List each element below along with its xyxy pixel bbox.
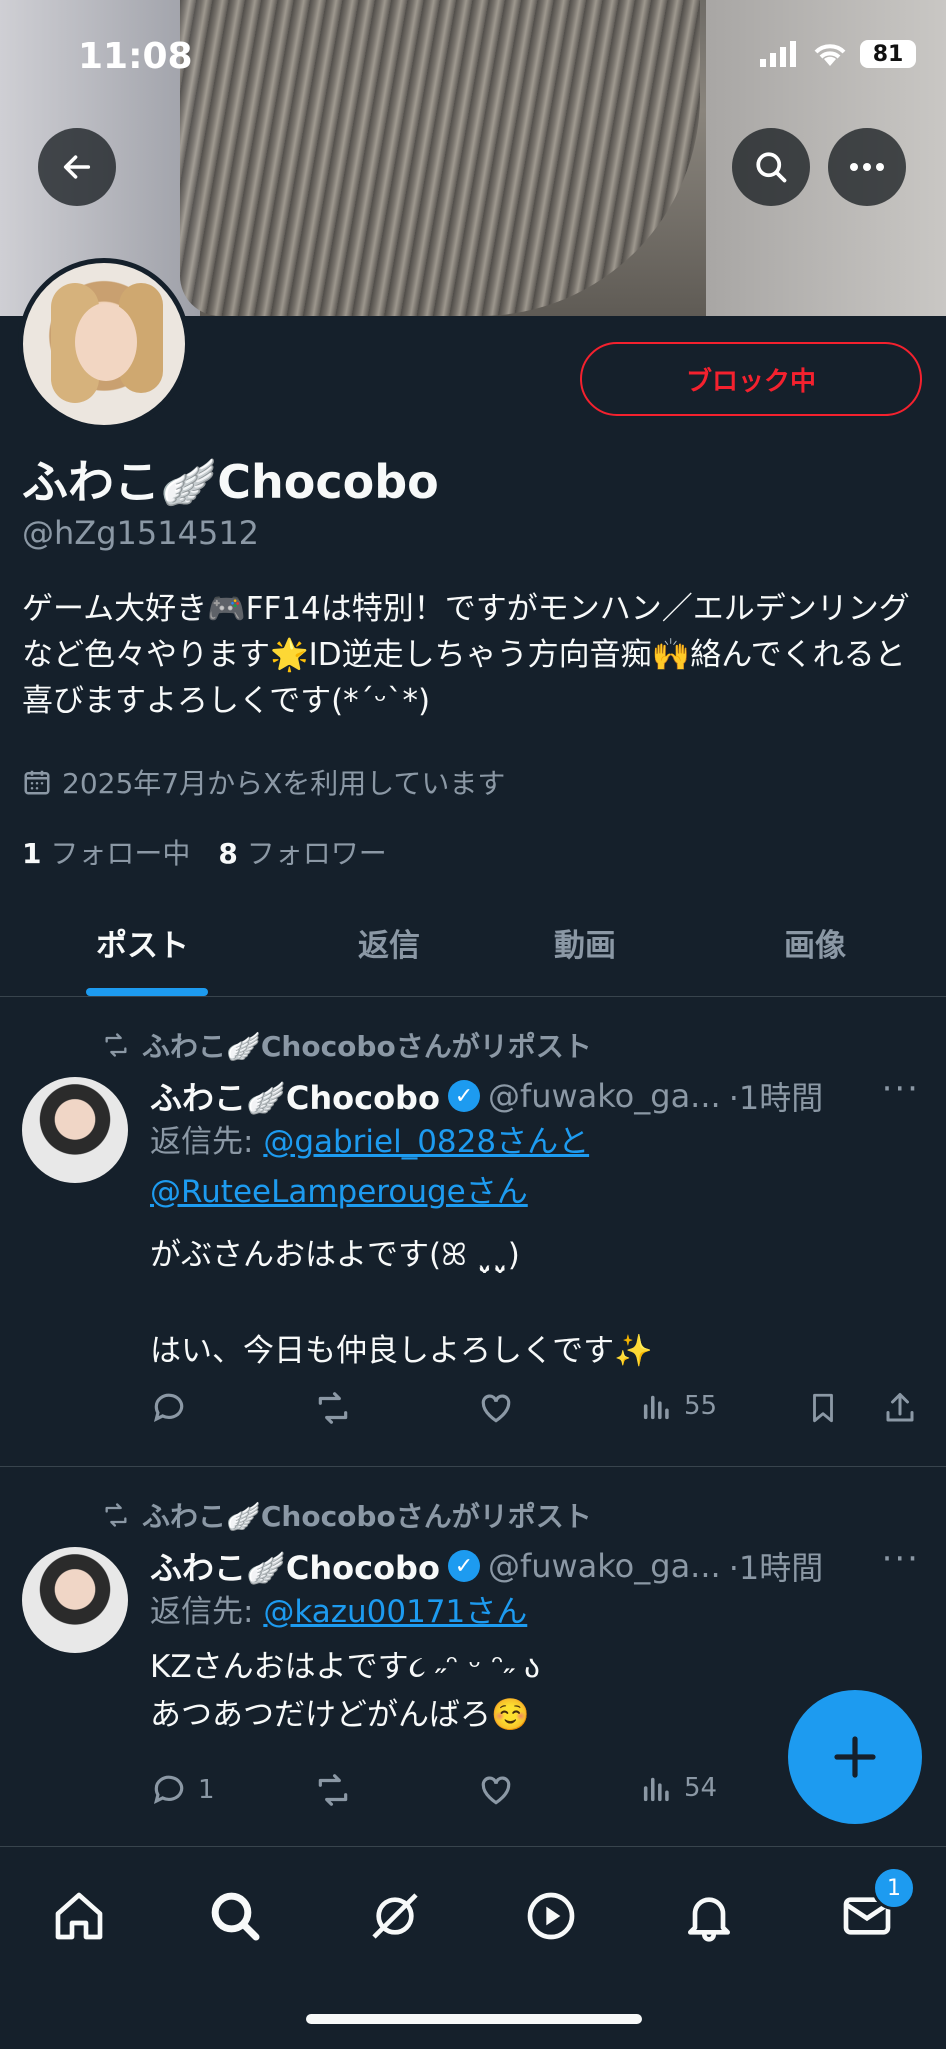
verified-icon: ✓ (447, 1550, 480, 1582)
profile-avatar[interactable] (18, 258, 190, 430)
search-button[interactable] (732, 128, 810, 206)
nav-search[interactable] (200, 1881, 270, 1951)
nav-grok[interactable] (360, 1881, 430, 1951)
tab-videos[interactable]: 動画 (554, 920, 616, 965)
share-icon (886, 1393, 914, 1422)
repost-icon (318, 1392, 348, 1424)
grok-icon (372, 1893, 418, 1939)
display-name: ふわこ🪽Chocobo (22, 455, 439, 509)
plus-icon (834, 1736, 876, 1778)
post-time: ·1時間 (728, 1079, 824, 1117)
home-indicator[interactable] (306, 2014, 642, 2024)
views-button[interactable]: 55 (640, 1389, 717, 1423)
back-arrow-icon (63, 155, 91, 179)
share-button[interactable] (882, 1389, 918, 1427)
views-icon (643, 1777, 669, 1802)
post-time: ·1時間 (728, 1549, 824, 1587)
compose-button[interactable] (788, 1690, 922, 1824)
tab-replies[interactable]: 返信 (358, 920, 420, 965)
status-time: 11:08 (78, 36, 193, 77)
reply-icon (153, 1393, 184, 1423)
post-item[interactable]: ふわこ🪽Chocoboさんがリポスト ふわこ🪽Chocobo ✓ @fuwako… (0, 997, 946, 1465)
calendar-icon (24, 770, 50, 795)
like-button[interactable] (476, 1771, 516, 1809)
reply-mention[interactable]: @RuteeLamperougeさん (150, 1174, 528, 1210)
messages-badge: 1 (872, 1866, 916, 1910)
search-icon (756, 152, 787, 183)
more-button[interactable] (828, 128, 906, 206)
avatar[interactable] (22, 1077, 128, 1183)
bookmark-button[interactable] (806, 1389, 840, 1427)
repost-icon (105, 1033, 127, 1057)
views-icon (643, 1395, 669, 1420)
repost-icon (105, 1503, 127, 1527)
repost-indicator: ふわこ🪽Chocoboさんがリポスト (100, 1025, 592, 1065)
profile-tabs: ポスト 返信 動画 画像 (0, 880, 946, 997)
like-button[interactable] (476, 1389, 516, 1427)
status-icons: 81 (760, 40, 916, 68)
author-handle[interactable]: @fuwako_ga... (488, 1547, 721, 1585)
nav-notifications[interactable] (674, 1881, 744, 1951)
more-icon (850, 163, 884, 171)
reply-to: 返信先: @kazu00171さん (150, 1594, 528, 1630)
views-button[interactable]: 54 (640, 1771, 717, 1805)
reply-button[interactable] (150, 1389, 198, 1427)
joined-text: 2025年7月からXを利用しています (62, 767, 506, 800)
cellular-icon (760, 41, 796, 67)
followers-link[interactable]: 8 フォロワー (218, 832, 386, 872)
following-link[interactable]: 1 フォロー中 (22, 832, 190, 872)
avatar[interactable] (22, 1547, 128, 1653)
follow-stats: 1 フォロー中 8 フォロワー (22, 832, 387, 872)
repost-icon (318, 1774, 348, 1806)
back-button[interactable] (38, 128, 116, 206)
tab-posts[interactable]: ポスト (96, 920, 189, 965)
reply-mention[interactable]: @gabriel_0828さんと (263, 1124, 589, 1160)
author-handle[interactable]: @fuwako_ga... (488, 1077, 721, 1115)
play-icon (527, 1892, 575, 1940)
post-text: がぶさんおはよです(ꕤ ˬ̤̮ˬ̤̮) はい、今日も仲良しよろしくです✨ (150, 1237, 653, 1369)
search-icon (211, 1892, 260, 1941)
nav-home[interactable] (44, 1881, 114, 1951)
verified-icon: ✓ (447, 1080, 480, 1112)
blocked-button[interactable]: ブロック中 (580, 342, 922, 416)
reply-icon (153, 1775, 184, 1805)
post-actions: 55 (150, 1389, 920, 1433)
wifi-icon (814, 44, 846, 66)
nav-video[interactable] (516, 1881, 586, 1951)
post-more-icon[interactable]: ··· (882, 1539, 920, 1579)
battery-indicator: 81 (860, 40, 916, 68)
home-icon (55, 1892, 103, 1940)
bell-icon (688, 1897, 730, 1942)
reply-to: 返信先: @gabriel_0828さんと @RuteeLamperougeさん (150, 1124, 590, 1210)
profile-bio: ゲーム大好き🎮FF14は特別！ですがモンハン／エルデンリングなど色々やります🌟I… (22, 591, 910, 719)
like-icon (481, 1394, 511, 1423)
bookmark-icon (813, 1393, 833, 1423)
author-name[interactable]: ふわこ🪽Chocobo (150, 1543, 440, 1589)
repost-indicator: ふわこ🪽Chocoboさんがリポスト (100, 1495, 592, 1535)
active-tab-indicator (86, 988, 208, 996)
post-header: ふわこ🪽Chocobo ✓ @fuwako_ga... ·1時間 (150, 1543, 823, 1589)
reply-mention[interactable]: @kazu00171さん (263, 1594, 527, 1630)
joined-date: 2025年7月からXを利用しています (22, 762, 505, 802)
profile-handle: @hZg1514512 (22, 514, 260, 552)
repost-button[interactable] (312, 1771, 354, 1809)
post-header: ふわこ🪽Chocobo ✓ @fuwako_ga... ·1時間 (150, 1073, 823, 1119)
reply-button[interactable]: 1 (150, 1771, 215, 1809)
repost-button[interactable] (312, 1389, 354, 1427)
like-icon (481, 1776, 511, 1805)
tab-images[interactable]: 画像 (784, 920, 846, 965)
author-name[interactable]: ふわこ🪽Chocobo (150, 1073, 440, 1119)
post-more-icon[interactable]: ··· (882, 1069, 920, 1109)
